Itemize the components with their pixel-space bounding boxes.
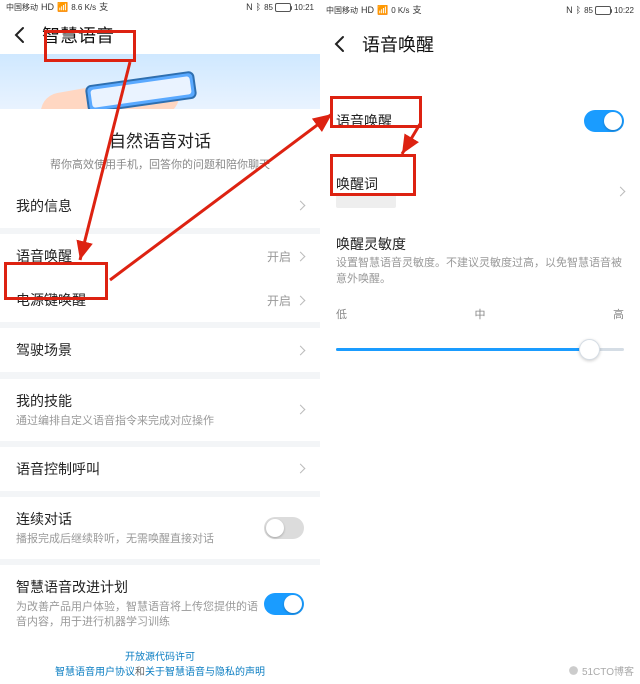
- header: 智慧语音: [0, 16, 320, 54]
- screen-smart-voice: 中国移动 HD 📶 8.6 K/s 支 N ᛒ 85 10:21 智慧语音: [0, 0, 320, 684]
- signal-icon: 📶: [57, 3, 68, 12]
- row-voice-call[interactable]: 语音控制呼叫: [0, 447, 320, 491]
- header: 语音唤醒: [320, 20, 640, 68]
- row-voice-wake-toggle: 语音唤醒: [320, 98, 640, 144]
- nfc-icon: N: [246, 3, 253, 12]
- hd-badge: HD: [361, 6, 374, 15]
- chevron-right-icon: [296, 464, 306, 474]
- watermark: 51CTO博客: [568, 663, 634, 678]
- clock: 10:22: [614, 6, 634, 15]
- bluetooth-icon: ᛒ: [256, 3, 261, 12]
- battery-icon: 85: [584, 6, 611, 15]
- back-button[interactable]: [330, 33, 352, 55]
- toggle-voice-wake[interactable]: [584, 110, 624, 132]
- toggle-improve[interactable]: [264, 593, 304, 615]
- chevron-right-icon: [616, 186, 626, 196]
- row-wake-word[interactable]: 唤醒词: [320, 162, 640, 220]
- sensitivity-title: 唤醒灵敏度: [336, 234, 624, 254]
- chevron-right-icon: [296, 295, 306, 305]
- toggle-continuous[interactable]: [264, 517, 304, 539]
- chevron-right-icon: [296, 405, 306, 415]
- hd-badge: HD: [41, 3, 54, 12]
- chevron-right-icon: [296, 345, 306, 355]
- net-speed: 8.6 K/s: [71, 3, 96, 12]
- hero-illustration: [0, 54, 320, 109]
- row-voice-wake[interactable]: 语音唤醒 开启: [0, 234, 320, 278]
- clock: 10:21: [294, 3, 314, 12]
- bluetooth-icon: ᛒ: [576, 6, 581, 15]
- status-bar: 中国移动 HD 📶 8.6 K/s 支 N ᛒ 85 10:21: [0, 0, 320, 16]
- alipay-icon: 支: [412, 6, 421, 15]
- footer-links: 开放源代码许可 智慧语音用户协议和关于智慧语音与隐私的声明: [0, 642, 320, 684]
- sensitivity-slider[interactable]: [336, 348, 624, 351]
- row-improve: 智慧语音改进计划 为改善产品用户体验，智慧语音将上传您提供的语音内容，用于进行机…: [0, 565, 320, 642]
- signal-icon: 📶: [377, 6, 388, 15]
- chevron-right-icon: [296, 201, 306, 211]
- row-power-wake[interactable]: 电源键唤醒 开启: [0, 278, 320, 322]
- status-bar: 中国移动 HD 📶 0 K/s 支 N ᛒ 85 10:22: [320, 0, 640, 20]
- row-continuous: 连续对话 播报完成后继续聆听，无需唤醒直接对话: [0, 497, 320, 559]
- carrier: 中国移动: [6, 2, 38, 13]
- net-speed: 0 K/s: [391, 6, 409, 15]
- row-my-info[interactable]: 我的信息: [0, 184, 320, 228]
- battery-icon: 85: [264, 3, 291, 12]
- hero-desc: 帮你高效使用手机，回答你的问题和陪你聊天: [0, 152, 320, 184]
- row-driving[interactable]: 驾驶场景: [0, 328, 320, 372]
- page-title: 语音唤醒: [362, 31, 434, 57]
- carrier: 中国移动: [326, 5, 358, 16]
- chevron-right-icon: [296, 251, 306, 261]
- page-title: 智慧语音: [42, 22, 114, 48]
- row-skills[interactable]: 我的技能 通过编排自定义语音指令来完成对应操作: [0, 379, 320, 441]
- wake-word-value: [336, 194, 396, 208]
- link-agreement[interactable]: 智慧语音用户协议: [55, 667, 135, 678]
- screen-voice-wake: 中国移动 HD 📶 0 K/s 支 N ᛒ 85 10:22 语音唤醒: [320, 0, 640, 684]
- hero-title: 自然语音对话: [0, 127, 320, 152]
- link-oss[interactable]: 开放源代码许可: [125, 652, 195, 663]
- back-button[interactable]: [10, 24, 32, 46]
- sensitivity-scale: 低 中 高: [320, 298, 640, 328]
- nfc-icon: N: [566, 6, 573, 15]
- alipay-icon: 支: [99, 3, 108, 12]
- sensitivity-desc: 设置智慧语音灵敏度。不建议灵敏度过高，以免智慧语音被意外唤醒。: [320, 254, 640, 298]
- link-privacy[interactable]: 关于智慧语音与隐私的声明: [145, 667, 265, 678]
